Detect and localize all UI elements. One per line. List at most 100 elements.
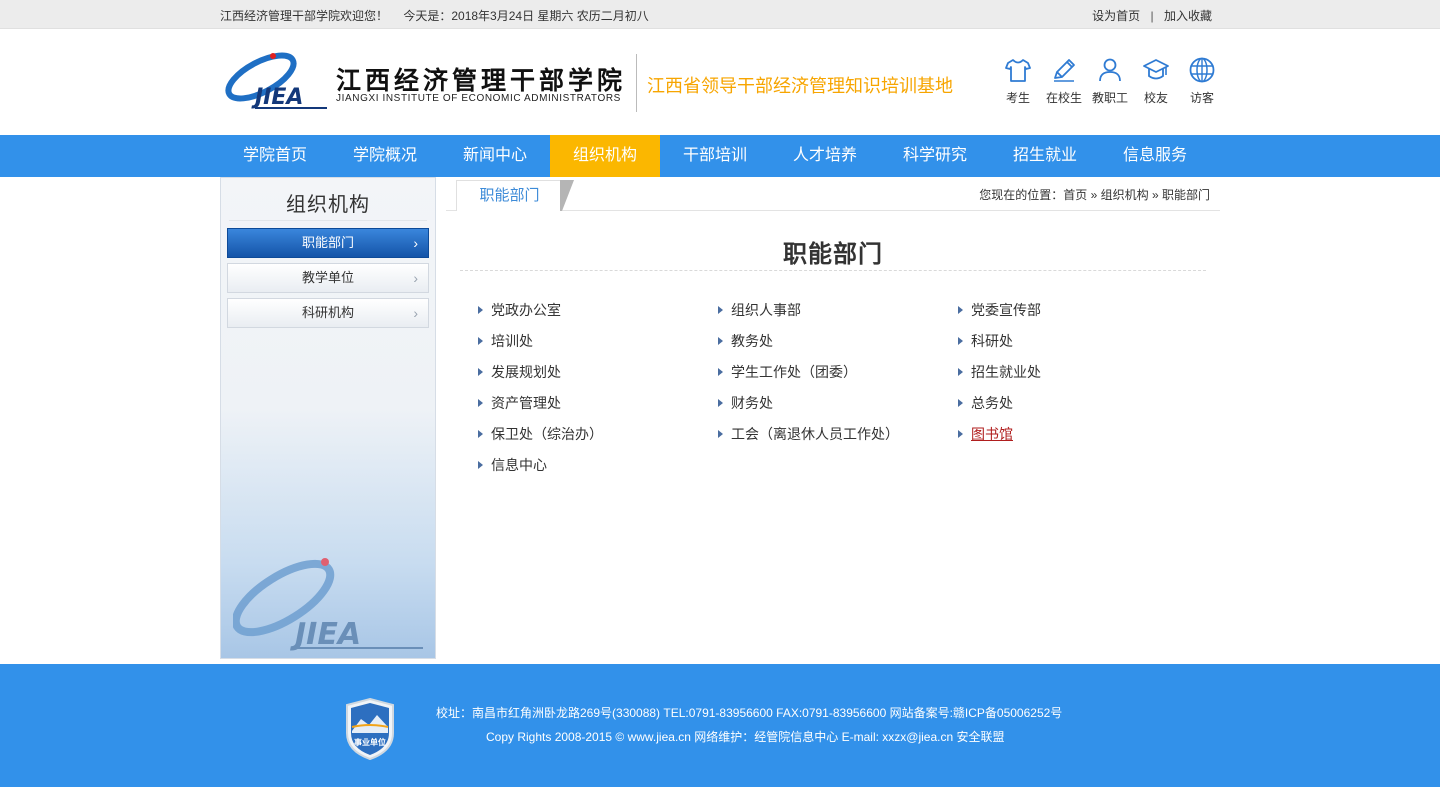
site-header: JIEA 江西经济管理干部学院 JIANGXI INSTITUTE OF ECO…	[0, 29, 1440, 135]
welcome-text: 江西经济管理干部学院欢迎您！	[220, 9, 389, 23]
quick-link-alumni[interactable]: 校友	[1133, 56, 1179, 106]
arrow-bullet-icon	[478, 368, 483, 376]
dept-link-library[interactable]: 图书馆	[958, 424, 1013, 444]
quick-link-label: 校友	[1143, 91, 1168, 105]
dept-link[interactable]: 保卫处（综治办）	[478, 424, 603, 444]
dept-link[interactable]: 培训处	[478, 331, 533, 351]
arrow-bullet-icon	[718, 399, 723, 407]
college-logo[interactable]: JIEA	[221, 50, 331, 112]
dept-label: 招生就业处	[971, 364, 1041, 380]
date-text: 今天是：2018年3月24日 星期六 农历二月初八	[403, 9, 649, 23]
dept-link[interactable]: 教务处	[718, 331, 773, 351]
arrow-bullet-icon	[958, 368, 963, 376]
graduation-cap-icon	[1143, 59, 1169, 80]
dept-label: 财务处	[731, 395, 773, 411]
nav-item-admission[interactable]: 招生就业	[990, 135, 1100, 177]
breadcrumb-prefix: 您现在的位置：	[979, 188, 1064, 202]
arrow-bullet-icon	[718, 430, 723, 438]
arrow-bullet-icon	[718, 368, 723, 376]
sidebar-title: 组织机构	[286, 194, 370, 216]
dept-label: 保卫处（综治办）	[491, 426, 603, 442]
shield-badge-icon: 事业单位	[346, 697, 394, 761]
sidebar-item-label: 教学单位	[301, 270, 354, 285]
dept-label: 组织人事部	[731, 302, 801, 318]
dept-label: 工会（离退休人员工作处）	[731, 426, 899, 442]
dept-link[interactable]: 党委宣传部	[958, 300, 1041, 320]
sidebar-watermark-logo: JIEA	[231, 554, 423, 657]
nav-item-info-service[interactable]: 信息服务	[1100, 135, 1210, 177]
person-icon	[1099, 58, 1121, 82]
arrow-bullet-icon	[718, 306, 723, 314]
quick-link-label: 在校生	[1045, 91, 1082, 105]
dept-link[interactable]: 发展规划处	[478, 362, 561, 382]
footer-address: 校址：南昌市红角洲卧龙路269号(330088) TEL:0791-839566…	[436, 706, 1063, 720]
nav-item-overview[interactable]: 学院概况	[330, 135, 440, 177]
dept-label: 党委宣传部	[971, 302, 1041, 318]
sidebar-item-research-institutes[interactable]: 科研机构 ›	[227, 298, 429, 328]
quick-link-examinee[interactable]: 考生	[995, 56, 1041, 106]
dept-link[interactable]: 党政办公室	[478, 300, 561, 320]
arrow-bullet-icon	[478, 399, 483, 407]
nav-item-home[interactable]: 学院首页	[220, 135, 330, 177]
content-tab-bar: 职能部门 您现在的位置：首页 » 组织机构 » 职能部门	[446, 180, 1220, 211]
breadcrumb-sep: »	[1090, 188, 1098, 202]
dept-label: 资产管理处	[491, 395, 561, 411]
add-favorite-link[interactable]: 加入收藏	[1164, 9, 1212, 23]
tshirt-icon	[1005, 59, 1031, 82]
jiea-logo-icon: JIEA	[225, 52, 327, 110]
dept-label: 培训处	[491, 333, 533, 349]
quick-link-visitor[interactable]: 访客	[1179, 56, 1225, 106]
quick-link-staff[interactable]: 教职工	[1087, 56, 1133, 106]
breadcrumb-current[interactable]: 职能部门	[1162, 188, 1210, 202]
badge-text: 事业单位	[354, 737, 386, 747]
college-name-en: JIANGXI INSTITUTE OF ECONOMIC ADMINISTRA…	[336, 93, 621, 104]
arrow-bullet-icon	[478, 306, 483, 314]
quick-link-student[interactable]: 在校生	[1041, 56, 1087, 106]
dept-label: 党政办公室	[491, 302, 561, 318]
dept-link[interactable]: 工会（离退休人员工作处）	[718, 424, 899, 444]
dept-link[interactable]: 招生就业处	[958, 362, 1041, 382]
dept-link[interactable]: 信息中心	[478, 455, 547, 475]
quick-link-label: 教职工	[1091, 91, 1128, 105]
dept-link[interactable]: 总务处	[958, 393, 1013, 413]
dept-link[interactable]: 组织人事部	[718, 300, 801, 320]
tab-corner-icon	[560, 180, 574, 211]
dept-label: 学生工作处（团委）	[731, 364, 857, 380]
set-home-link[interactable]: 设为首页	[1092, 9, 1140, 23]
breadcrumb-sep: »	[1151, 188, 1159, 202]
logo-text: JIEA	[251, 85, 303, 110]
dept-link[interactable]: 资产管理处	[478, 393, 561, 413]
nav-item-news[interactable]: 新闻中心	[440, 135, 550, 177]
college-name: 江西经济管理干部学院	[336, 66, 627, 95]
arrow-bullet-icon	[478, 461, 483, 469]
top-bar-links: 设为首页 | 加入收藏	[1092, 7, 1212, 24]
dept-label: 信息中心	[491, 457, 547, 473]
tab-functional-depts[interactable]: 职能部门	[456, 180, 562, 211]
sidebar-item-teaching-units[interactable]: 教学单位 ›	[227, 263, 429, 293]
sidebar: 组织机构 职能部门 › 教学单位 › 科研机构 › JIEA	[220, 177, 436, 659]
sidebar-divider	[229, 220, 427, 221]
page-title: 职能部门	[783, 241, 883, 268]
dept-link[interactable]: 科研处	[958, 331, 1013, 351]
top-bar-separator: |	[1150, 9, 1154, 23]
arrow-bullet-icon	[958, 430, 963, 438]
watermark-text: JIEA	[290, 617, 361, 652]
nav-item-cadre-training[interactable]: 干部培训	[660, 135, 770, 177]
dept-link[interactable]: 财务处	[718, 393, 773, 413]
institution-badge[interactable]: 事业单位	[343, 697, 397, 764]
arrow-bullet-icon	[958, 399, 963, 407]
breadcrumb-organization[interactable]: 组织机构	[1101, 188, 1149, 202]
dept-link[interactable]: 学生工作处（团委）	[718, 362, 857, 382]
nav-item-talent[interactable]: 人才培养	[770, 135, 880, 177]
arrow-bullet-icon	[958, 306, 963, 314]
sidebar-item-functional-depts[interactable]: 职能部门 ›	[227, 228, 429, 258]
quick-link-label: 访客	[1189, 91, 1214, 105]
jiea-watermark-icon: JIEA	[231, 558, 423, 652]
nav-item-organization[interactable]: 组织机构	[550, 135, 660, 177]
nav-item-research[interactable]: 科学研究	[880, 135, 990, 177]
arrow-bullet-icon	[718, 337, 723, 345]
dept-label: 总务处	[971, 395, 1013, 411]
breadcrumb-home[interactable]: 首页	[1063, 188, 1087, 202]
arrow-bullet-icon	[478, 430, 483, 438]
chevron-right-icon: ›	[413, 235, 418, 251]
